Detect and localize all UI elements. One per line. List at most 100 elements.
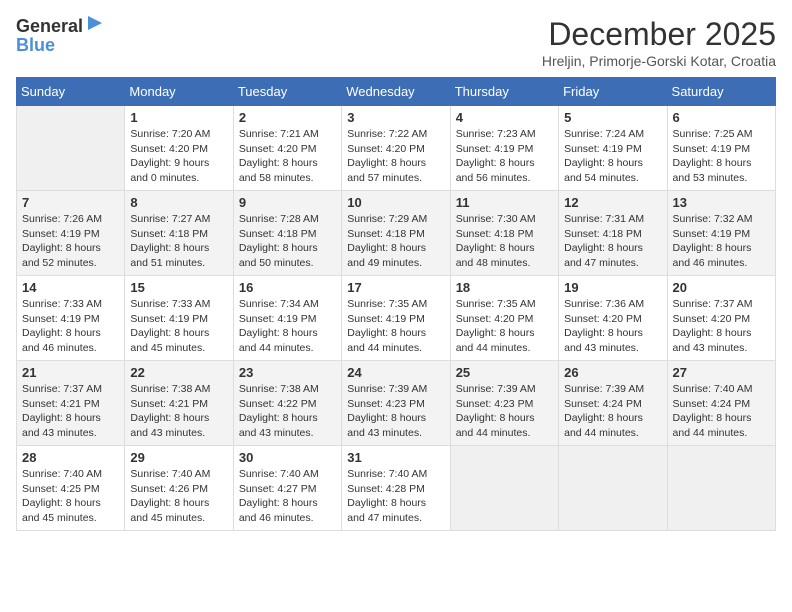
calendar-cell: 3Sunrise: 7:22 AMSunset: 4:20 PMDaylight… xyxy=(342,106,450,191)
cell-date-number: 1 xyxy=(130,110,227,125)
calendar-cell: 29 Sunrise: 7:40 AMSunset: 4:26 PMDayligh… xyxy=(125,446,233,531)
cell-date-number: 5 xyxy=(564,110,661,125)
calendar-cell: 30 Sunrise: 7:40 AMSunset: 4:27 PMDayligh… xyxy=(233,446,341,531)
cell-date-number: 4 xyxy=(456,110,553,125)
calendar-cell: 23 Sunrise: 7:38 AMSunset: 4:22 PMDayligh… xyxy=(233,361,341,446)
cell-date-number: 9 xyxy=(239,195,336,210)
cell-info-text: Sunrise: 7:40 AMSunset: 4:28 PMDaylight:… xyxy=(347,467,444,526)
calendar-cell: 6 Sunrise: 7:25 AMSunset: 4:19 PMDaylight… xyxy=(667,106,775,191)
cell-date-number: 23 xyxy=(239,365,336,380)
cell-date-number: 14 xyxy=(22,280,119,295)
header-day-monday: Monday xyxy=(125,78,233,106)
calendar-cell: 10Sunrise: 7:29 AMSunset: 4:18 PMDayligh… xyxy=(342,191,450,276)
cell-date-number: 17 xyxy=(347,280,444,295)
calendar-cell: 2 Sunrise: 7:21 AMSunset: 4:20 PMDaylight… xyxy=(233,106,341,191)
cell-info-text: Sunrise: 7:33 AMSunset: 4:19 PMDaylight:… xyxy=(130,297,227,356)
week-row-0: 1 Sunrise: 7:20 AMSunset: 4:20 PMDaylight… xyxy=(17,106,776,191)
cell-date-number: 15 xyxy=(130,280,227,295)
calendar-cell: 19Sunrise: 7:36 AMSunset: 4:20 PMDayligh… xyxy=(559,276,667,361)
calendar-cell: 5 Sunrise: 7:24 AMSunset: 4:19 PMDaylight… xyxy=(559,106,667,191)
cell-info-text: Sunrise: 7:39 AMSunset: 4:23 PMDaylight:… xyxy=(456,382,553,441)
cell-date-number: 7 xyxy=(22,195,119,210)
logo-blue: Blue xyxy=(16,35,55,56)
cell-date-number: 29 xyxy=(130,450,227,465)
cell-info-text: Sunrise: 7:32 AMSunset: 4:19 PMDaylight:… xyxy=(673,212,770,271)
cell-info-text: Sunrise: 7:37 AMSunset: 4:20 PMDaylight:… xyxy=(673,297,770,356)
month-title: December 2025 xyxy=(542,16,776,53)
calendar-cell: 21Sunrise: 7:37 AMSunset: 4:21 PMDayligh… xyxy=(17,361,125,446)
cell-date-number: 16 xyxy=(239,280,336,295)
cell-info-text: Sunrise: 7:39 AMSunset: 4:23 PMDaylight:… xyxy=(347,382,444,441)
week-row-3: 21Sunrise: 7:37 AMSunset: 4:21 PMDayligh… xyxy=(17,361,776,446)
cell-info-text: Sunrise: 7:40 AMSunset: 4:27 PMDaylight:… xyxy=(239,467,336,526)
cell-date-number: 28 xyxy=(22,450,119,465)
cell-date-number: 11 xyxy=(456,195,553,210)
cell-date-number: 27 xyxy=(673,365,770,380)
calendar-cell: 9Sunrise: 7:28 AMSunset: 4:18 PMDaylight… xyxy=(233,191,341,276)
logo-general: General xyxy=(16,16,83,37)
calendar-cell: 18Sunrise: 7:35 AMSunset: 4:20 PMDayligh… xyxy=(450,276,558,361)
cell-info-text: Sunrise: 7:23 AMSunset: 4:19 PMDaylight:… xyxy=(456,127,553,186)
week-row-1: 7 Sunrise: 7:26 AMSunset: 4:19 PMDaylight… xyxy=(17,191,776,276)
header-row: SundayMondayTuesdayWednesdayThursdayFrid… xyxy=(17,78,776,106)
cell-info-text: Sunrise: 7:26 AMSunset: 4:19 PMDaylight:… xyxy=(22,212,119,271)
cell-date-number: 12 xyxy=(564,195,661,210)
cell-info-text: Sunrise: 7:30 AMSunset: 4:18 PMDaylight:… xyxy=(456,212,553,271)
calendar-cell xyxy=(559,446,667,531)
calendar-cell: 15 Sunrise: 7:33 AMSunset: 4:19 PMDayligh… xyxy=(125,276,233,361)
cell-date-number: 26 xyxy=(564,365,661,380)
cell-date-number: 6 xyxy=(673,110,770,125)
calendar-cell: 31 Sunrise: 7:40 AMSunset: 4:28 PMDayligh… xyxy=(342,446,450,531)
cell-date-number: 24 xyxy=(347,365,444,380)
calendar-cell: 25 Sunrise: 7:39 AMSunset: 4:23 PMDayligh… xyxy=(450,361,558,446)
cell-date-number: 13 xyxy=(673,195,770,210)
header-day-tuesday: Tuesday xyxy=(233,78,341,106)
cell-date-number: 8 xyxy=(130,195,227,210)
cell-info-text: Sunrise: 7:40 AMSunset: 4:24 PMDaylight:… xyxy=(673,382,770,441)
cell-info-text: Sunrise: 7:33 AMSunset: 4:19 PMDaylight:… xyxy=(22,297,119,356)
cell-date-number: 2 xyxy=(239,110,336,125)
cell-info-text: Sunrise: 7:21 AMSunset: 4:20 PMDaylight:… xyxy=(239,127,336,186)
cell-date-number: 20 xyxy=(673,280,770,295)
calendar-cell: 27 Sunrise: 7:40 AMSunset: 4:24 PMDayligh… xyxy=(667,361,775,446)
calendar-cell: 26 Sunrise: 7:39 AMSunset: 4:24 PMDayligh… xyxy=(559,361,667,446)
cell-date-number: 3 xyxy=(347,110,444,125)
cell-info-text: Sunrise: 7:40 AMSunset: 4:26 PMDaylight:… xyxy=(130,467,227,526)
cell-info-text: Sunrise: 7:29 AMSunset: 4:18 PMDaylight:… xyxy=(347,212,444,271)
cell-info-text: Sunrise: 7:25 AMSunset: 4:19 PMDaylight:… xyxy=(673,127,770,186)
calendar-cell: 28Sunrise: 7:40 AMSunset: 4:25 PMDayligh… xyxy=(17,446,125,531)
header-day-thursday: Thursday xyxy=(450,78,558,106)
calendar-table: SundayMondayTuesdayWednesdayThursdayFrid… xyxy=(16,77,776,531)
calendar-cell: 17 Sunrise: 7:35 AMSunset: 4:19 PMDayligh… xyxy=(342,276,450,361)
cell-date-number: 31 xyxy=(347,450,444,465)
header-day-friday: Friday xyxy=(559,78,667,106)
page-header: General Blue December 2025 Hreljin, Prim… xyxy=(16,16,776,69)
calendar-cell: 13 Sunrise: 7:32 AMSunset: 4:19 PMDayligh… xyxy=(667,191,775,276)
calendar-cell xyxy=(667,446,775,531)
calendar-cell xyxy=(450,446,558,531)
cell-date-number: 19 xyxy=(564,280,661,295)
cell-info-text: Sunrise: 7:24 AMSunset: 4:19 PMDaylight:… xyxy=(564,127,661,186)
location-subtitle: Hreljin, Primorje-Gorski Kotar, Croatia xyxy=(542,53,776,69)
header-day-sunday: Sunday xyxy=(17,78,125,106)
calendar-cell: 24 Sunrise: 7:39 AMSunset: 4:23 PMDayligh… xyxy=(342,361,450,446)
header-day-wednesday: Wednesday xyxy=(342,78,450,106)
cell-info-text: Sunrise: 7:35 AMSunset: 4:19 PMDaylight:… xyxy=(347,297,444,356)
cell-date-number: 21 xyxy=(22,365,119,380)
cell-date-number: 30 xyxy=(239,450,336,465)
cell-info-text: Sunrise: 7:38 AMSunset: 4:22 PMDaylight:… xyxy=(239,382,336,441)
cell-info-text: Sunrise: 7:34 AMSunset: 4:19 PMDaylight:… xyxy=(239,297,336,356)
calendar-cell: 4 Sunrise: 7:23 AMSunset: 4:19 PMDaylight… xyxy=(450,106,558,191)
cell-info-text: Sunrise: 7:20 AMSunset: 4:20 PMDaylight:… xyxy=(130,127,227,186)
calendar-cell: 8Sunrise: 7:27 AMSunset: 4:18 PMDaylight… xyxy=(125,191,233,276)
cell-info-text: Sunrise: 7:38 AMSunset: 4:21 PMDaylight:… xyxy=(130,382,227,441)
cell-date-number: 25 xyxy=(456,365,553,380)
logo-arrow-icon xyxy=(86,14,104,32)
calendar-cell: 7 Sunrise: 7:26 AMSunset: 4:19 PMDaylight… xyxy=(17,191,125,276)
calendar-cell: 1 Sunrise: 7:20 AMSunset: 4:20 PMDaylight… xyxy=(125,106,233,191)
cell-info-text: Sunrise: 7:39 AMSunset: 4:24 PMDaylight:… xyxy=(564,382,661,441)
week-row-2: 14 Sunrise: 7:33 AMSunset: 4:19 PMDayligh… xyxy=(17,276,776,361)
cell-info-text: Sunrise: 7:31 AMSunset: 4:18 PMDaylight:… xyxy=(564,212,661,271)
cell-date-number: 22 xyxy=(130,365,227,380)
calendar-cell: 16 Sunrise: 7:34 AMSunset: 4:19 PMDayligh… xyxy=(233,276,341,361)
